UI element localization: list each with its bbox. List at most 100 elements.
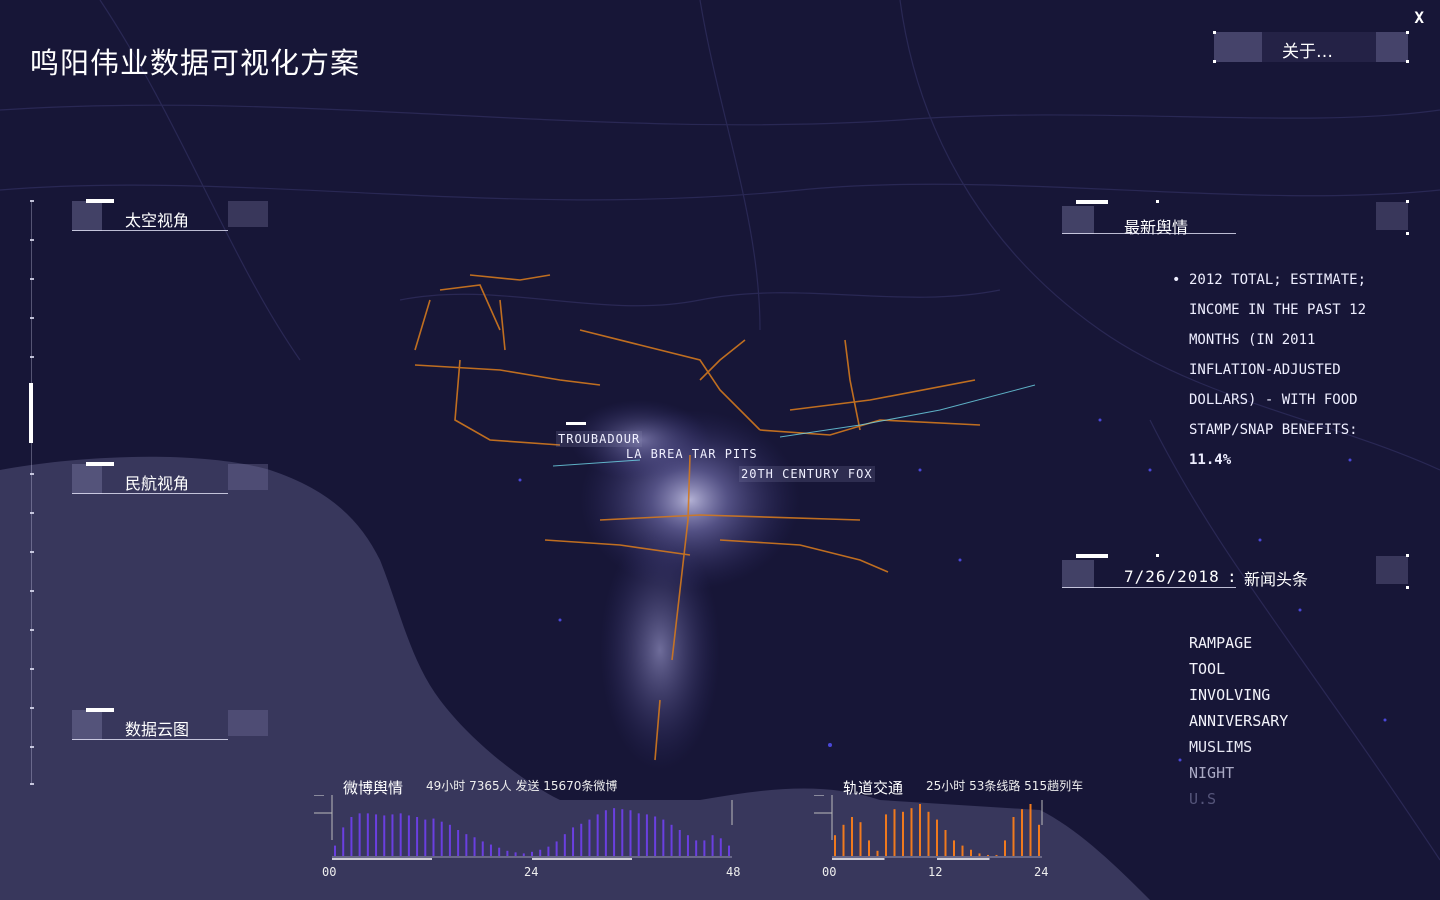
sidebar-item-aviation-view[interactable]: 民航视角	[72, 462, 268, 494]
corner-dot	[1406, 586, 1409, 589]
about-button-block-right	[1376, 32, 1408, 62]
weibo-bar	[572, 827, 575, 856]
weibo-bar	[465, 834, 468, 856]
news-keyword-list: RAMPAGE TOOL INVOLVING ANNIVERSARY MUSLI…	[1189, 630, 1288, 812]
sidebar-item-data-cloud[interactable]: 数据云图	[72, 708, 268, 740]
transit-bar	[927, 811, 930, 856]
weibo-bar	[506, 850, 509, 856]
sentiment-value: 11.4%	[1189, 452, 1232, 468]
weibo-bar	[604, 810, 607, 856]
weibo-bar	[555, 841, 558, 856]
close-button[interactable]: X	[1414, 8, 1424, 27]
transit-bar	[902, 811, 904, 856]
weibo-bar	[342, 827, 345, 856]
transit-bar	[987, 854, 989, 856]
weibo-bar	[547, 846, 550, 856]
about-button[interactable]: 关于…	[1213, 31, 1409, 63]
news-keyword[interactable]: NIGHT	[1189, 760, 1288, 786]
news-panel-header: 7/26/2018 : 新闻头条	[1062, 554, 1409, 589]
weibo-bar	[719, 838, 722, 856]
bullet-icon: •	[1172, 272, 1181, 288]
weibo-bar	[350, 817, 353, 856]
nav-bar	[86, 462, 114, 466]
panel-block	[1376, 202, 1408, 230]
weibo-bar	[580, 823, 583, 856]
transit-bar	[1038, 824, 1040, 856]
transit-bar	[859, 822, 862, 856]
about-button-block-left	[1214, 32, 1262, 62]
about-button-label: 关于…	[1282, 42, 1333, 62]
sidebar-item-space-view[interactable]: 太空视角	[72, 199, 268, 231]
transit-bar	[1004, 840, 1006, 856]
news-keyword[interactable]: MUSLIMS	[1189, 734, 1288, 760]
transit-bar	[953, 840, 955, 856]
weibo-bar	[448, 824, 451, 856]
nav-block	[72, 710, 102, 740]
news-keyword[interactable]: U.S	[1189, 786, 1288, 812]
sentiment-content: • 2012 TOTAL; ESTIMATE; INCOME IN THE PA…	[1172, 265, 1402, 475]
weibo-bar	[645, 814, 648, 856]
panel-bar	[1076, 554, 1108, 558]
sentiment-line: DOLLARS) - WITH FOOD	[1189, 392, 1358, 408]
corner-dot	[1156, 200, 1159, 203]
weibo-sentiment-widget: 微博舆情 49小时 7365人 发送 15670条微博 00 24 48	[314, 770, 740, 880]
transit-bar	[944, 830, 947, 856]
panel-block	[1062, 206, 1094, 234]
sidebar-item-label: 数据云图	[125, 720, 190, 739]
weibo-bar	[596, 814, 599, 856]
transit-bar	[910, 808, 913, 856]
rail-transit-widget: 轨道交通 25小时 53条线路 515趟列车 00 12 24	[814, 770, 1083, 880]
weibo-bar	[432, 818, 435, 856]
corner-dot	[1406, 31, 1409, 34]
transit-chart-stats: 25小时 53条线路 515趟列车	[926, 779, 1084, 793]
news-keyword[interactable]: INVOLVING	[1189, 682, 1288, 708]
weibo-bar	[654, 816, 657, 856]
news-keyword[interactable]: RAMPAGE	[1189, 630, 1288, 656]
weibo-bar	[375, 814, 378, 856]
news-keyword[interactable]: TOOL	[1189, 656, 1288, 682]
sentiment-line: MONTHS (IN 2011	[1189, 332, 1316, 348]
rail-tick	[30, 590, 34, 592]
weibo-bar	[613, 808, 616, 856]
panel-underline	[1062, 587, 1236, 588]
rail-tick	[30, 278, 34, 280]
corner-dot	[1213, 31, 1216, 34]
corner-dot	[1406, 232, 1409, 235]
rail-active-indicator	[29, 383, 33, 443]
nav-block	[228, 464, 268, 490]
news-keyword[interactable]: ANNIVERSARY	[1189, 708, 1288, 734]
nav-block	[228, 710, 268, 736]
news-date: 7/26/2018	[1124, 567, 1220, 586]
news-panel-title: 新闻头条	[1244, 570, 1309, 589]
transit-bar	[961, 845, 964, 856]
view-scroll-rail[interactable]	[29, 200, 34, 785]
map-label-troubadour[interactable]: TROUBADOUR	[556, 431, 643, 447]
sentiment-line: 2012 TOTAL; ESTIMATE;	[1189, 272, 1367, 288]
weibo-bar	[686, 835, 689, 856]
rail-tick	[30, 668, 34, 670]
transit-x-tick: 00	[822, 865, 837, 879]
panel-underline	[1062, 233, 1236, 234]
corner-dot	[1406, 554, 1409, 557]
transit-x-tick: 12	[928, 865, 943, 879]
map-label-20th-century-fox[interactable]: 20TH CENTURY FOX	[739, 466, 875, 482]
weibo-bar	[489, 844, 492, 856]
transit-bar	[851, 817, 853, 856]
map-label-la-brea-tar-pits[interactable]: LA BREA TAR PITS	[624, 446, 760, 462]
weibo-bar	[637, 813, 640, 856]
rail-tick	[30, 707, 34, 709]
weibo-bar	[383, 815, 386, 856]
rail-tick	[30, 239, 34, 241]
sentiment-line: INCOME IN THE PAST 12	[1189, 302, 1367, 318]
rail-tick	[30, 356, 34, 358]
weibo-bar	[358, 813, 361, 856]
nav-underline	[72, 230, 228, 231]
nav-block	[72, 464, 102, 494]
weibo-x-tick: 24	[524, 865, 539, 879]
weibo-bar	[703, 840, 706, 856]
weibo-bar	[366, 813, 369, 856]
news-separator: :	[1227, 567, 1238, 586]
transit-bar	[1029, 804, 1032, 856]
rail-tick	[30, 473, 34, 475]
weibo-bar	[531, 851, 533, 856]
